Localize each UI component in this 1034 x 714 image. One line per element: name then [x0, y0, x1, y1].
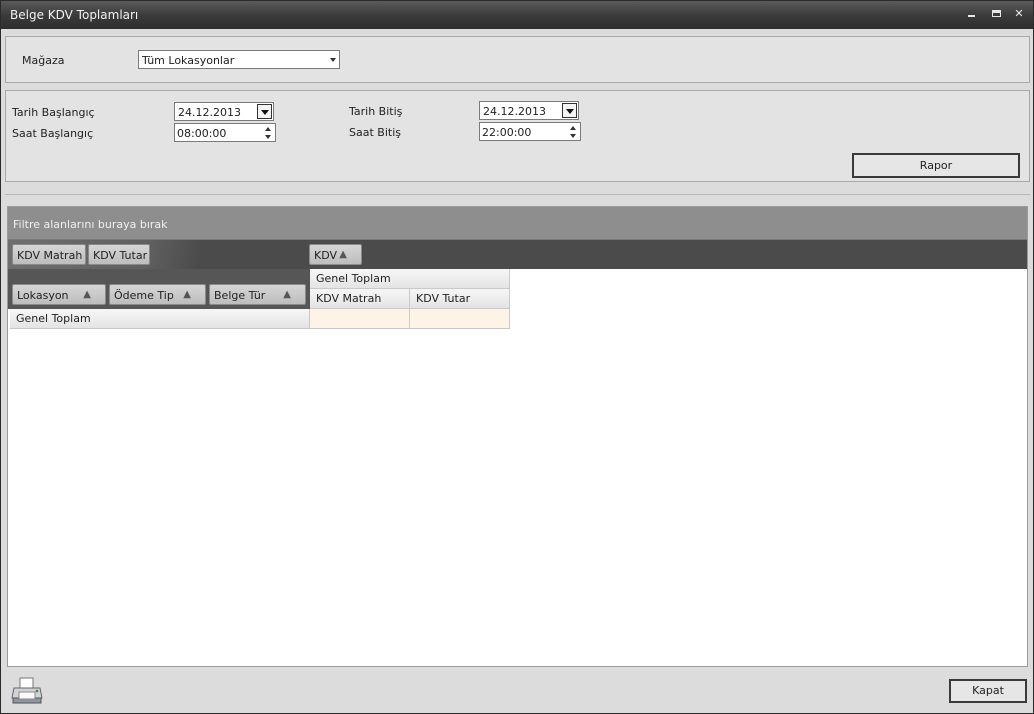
data-field-label: KDV Matrah	[17, 249, 83, 262]
value-header-kdv-matrah[interactable]: KDV Matrah	[310, 289, 410, 309]
column-grand-total-header: Genel Toplam	[310, 269, 510, 289]
grand-total-kdv-tutar-cell[interactable]	[410, 309, 510, 329]
store-panel: Mağaza Tüm Lokasyonlar	[5, 36, 1030, 83]
sort-asc-icon: ▲	[183, 289, 191, 300]
end-date-field[interactable]: 24.12.2013	[479, 101, 579, 120]
start-date-label: Tarih Başlangıç	[12, 106, 95, 119]
calendar-dropdown-icon[interactable]	[562, 103, 577, 118]
filter-hint: Filtre alanlarını buraya bırak	[13, 218, 168, 231]
calendar-dropdown-icon[interactable]	[257, 104, 272, 119]
value-header-label: KDV Tutar	[416, 292, 471, 305]
data-field-kdv-matrah[interactable]: KDV Matrah	[12, 244, 86, 265]
start-date-value: 24.12.2013	[178, 106, 241, 119]
sort-asc-icon: ▲	[283, 289, 291, 300]
start-time-value: 08:00:00	[177, 127, 227, 140]
close-button[interactable]: Kapat	[949, 679, 1027, 703]
store-label: Mağaza	[22, 54, 65, 67]
start-time-spinner[interactable]: 08:00:00	[174, 123, 276, 142]
print-button[interactable]	[11, 676, 43, 706]
column-field-kdv[interactable]: KDV ▲	[309, 244, 362, 265]
store-select[interactable]: Tüm Lokasyonlar	[138, 50, 340, 69]
row-field-belge-tur[interactable]: Belge Tür ▲	[209, 284, 306, 305]
spin-up-icon[interactable]	[570, 126, 576, 130]
row-header-label: Genel Toplam	[16, 312, 91, 325]
end-date-value: 24.12.2013	[483, 105, 546, 118]
value-header-kdv-tutar[interactable]: KDV Tutar	[410, 289, 510, 309]
data-field-kdv-tutar[interactable]: KDV Tutar	[88, 244, 150, 265]
divider	[5, 194, 1030, 195]
report-window: Belge KDV Toplamları ✕ Mağaza Tüm Lokasy…	[0, 0, 1034, 714]
row-field-label: Belge Tür	[214, 289, 266, 302]
maximize-icon	[991, 10, 1001, 17]
spin-up-icon[interactable]	[265, 127, 271, 131]
value-header-label: KDV Matrah	[316, 292, 382, 305]
row-field-odeme-tip[interactable]: Ödeme Tip ▲	[109, 284, 206, 305]
data-area-header	[8, 240, 1027, 269]
close-icon: ✕	[1014, 7, 1024, 20]
filter-drop-area[interactable]: Filtre alanlarını buraya bırak	[8, 207, 1027, 240]
minimize-icon	[967, 15, 975, 17]
row-grand-total-header: Genel Toplam	[10, 309, 310, 329]
date-panel: Tarih Başlangıç 24.12.2013 Saat Başlangı…	[5, 90, 1030, 182]
printer-icon	[11, 677, 43, 704]
grand-total-kdv-matrah-cell[interactable]	[310, 309, 410, 329]
maximize-button[interactable]	[988, 7, 1004, 21]
column-header-label: Genel Toplam	[316, 272, 391, 285]
spin-down-icon[interactable]	[265, 135, 271, 139]
start-date-field[interactable]: 24.12.2013	[174, 102, 274, 121]
row-field-label: Ödeme Tip	[114, 289, 174, 302]
end-date-label: Tarih Bitiş	[349, 105, 403, 118]
end-time-spinner[interactable]: 22:00:00	[479, 122, 581, 141]
data-field-label: KDV Tutar	[93, 249, 148, 262]
chevron-down-icon	[330, 58, 336, 62]
start-time-label: Saat Başlangıç	[12, 127, 94, 140]
row-field-label: Lokasyon	[17, 289, 69, 302]
end-time-label: Saat Bitiş	[349, 126, 401, 139]
end-time-value: 22:00:00	[482, 126, 532, 139]
column-field-label: KDV	[314, 249, 338, 262]
window-title: Belge KDV Toplamları	[10, 8, 139, 22]
sort-asc-icon: ▲	[83, 289, 91, 300]
store-select-value: Tüm Lokasyonlar	[142, 54, 235, 67]
sort-asc-icon: ▲	[339, 249, 347, 260]
report-button[interactable]: Rapor	[852, 153, 1020, 178]
spin-down-icon[interactable]	[570, 134, 576, 138]
row-field-lokasyon[interactable]: Lokasyon ▲	[12, 284, 106, 305]
pivot-grid[interactable]: Filtre alanlarını buraya bırak KDV Matra…	[7, 206, 1028, 667]
minimize-button[interactable]	[963, 7, 979, 21]
title-bar: Belge KDV Toplamları ✕	[1, 1, 1033, 29]
close-window-button[interactable]: ✕	[1011, 7, 1027, 21]
